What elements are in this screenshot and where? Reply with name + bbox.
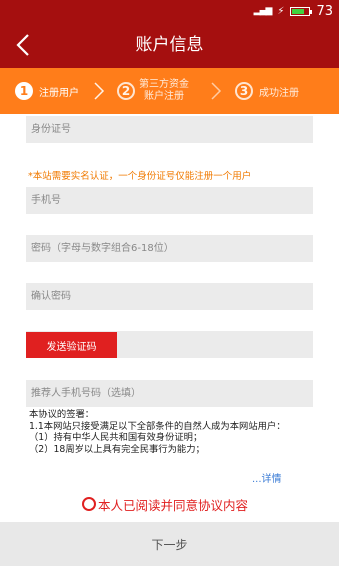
agreement-details-link[interactable]: ...详情	[252, 470, 282, 485]
step-number: 3	[235, 82, 253, 100]
referrer-placeholder: 推荐人手机号码（选填）	[31, 388, 141, 399]
radio-icon	[82, 497, 96, 511]
step-label-line1: 第三方资金	[139, 79, 189, 90]
registration-steps: 1 注册用户 2 第三方资金 账户注册 3 成功注册	[0, 68, 339, 114]
step-label: 第三方资金 账户注册	[139, 79, 189, 103]
confirm-password-placeholder: 确认密码	[31, 291, 71, 302]
real-name-note: *本站需要实名认证，一个身份证号仅能注册一个用户	[28, 171, 252, 182]
consent-checkbox[interactable]: 本人已阅读并同意协议内容	[82, 495, 248, 513]
title-bar: 账户信息	[0, 22, 339, 68]
step-number: 1	[15, 82, 33, 100]
chevron-right-icon	[94, 82, 105, 100]
agreement-text: 本协议的签署： 1.1本网站只接受满足以下全部条件的自然人成为本网站用户： （1…	[29, 409, 329, 455]
consent-label: 本人已阅读并同意协议内容	[98, 497, 249, 513]
referrer-phone-field[interactable]: 推荐人手机号码（选填）	[26, 380, 313, 407]
next-step-button[interactable]: 下一步	[0, 522, 339, 566]
agreement-line: 1.1本网站只接受满足以下全部条件的自然人成为本网站用户：	[29, 420, 286, 432]
agreement-line: 本协议的签署：	[29, 409, 95, 420]
confirm-password-field[interactable]: 确认密码	[26, 283, 313, 310]
step-register-user: 1 注册用户	[15, 68, 79, 114]
password-field[interactable]: 密码（字母与数字组合6-18位）	[26, 235, 313, 262]
phone-field[interactable]: 手机号	[26, 187, 313, 214]
send-code-button[interactable]: 发送验证码	[26, 332, 117, 358]
status-bar: ▂▄▆ ⚡ 73	[0, 0, 339, 22]
agreement-line: （2）18周岁以上具有完全民事行为能力；	[29, 443, 205, 455]
charging-icon: ⚡	[277, 5, 285, 17]
id-card-placeholder: 身份证号	[31, 124, 71, 135]
step-label-line2: 账户注册	[144, 91, 184, 102]
battery-icon	[290, 6, 313, 16]
status-icons: ▂▄▆ ⚡ 73	[254, 3, 333, 19]
page-title: 账户信息	[135, 35, 204, 55]
id-card-field[interactable]: 身份证号	[26, 116, 313, 143]
agreement-line: （1）持有中华人民共和国有效身份证明；	[29, 432, 203, 443]
step-success: 3 成功注册	[235, 68, 299, 114]
signal-icon: ▂▄▆	[253, 6, 273, 16]
battery-fill	[292, 8, 305, 14]
chevron-right-icon	[211, 82, 222, 100]
password-placeholder: 密码（字母与数字组合6-18位）	[31, 243, 174, 254]
step-label: 注册用户	[39, 87, 79, 99]
battery-percent: 73	[316, 3, 333, 19]
step-label: 成功注册	[259, 87, 299, 99]
step-number: 2	[117, 82, 135, 100]
step-third-party-account: 2 第三方资金 账户注册	[117, 68, 189, 114]
phone-placeholder: 手机号	[31, 195, 61, 206]
